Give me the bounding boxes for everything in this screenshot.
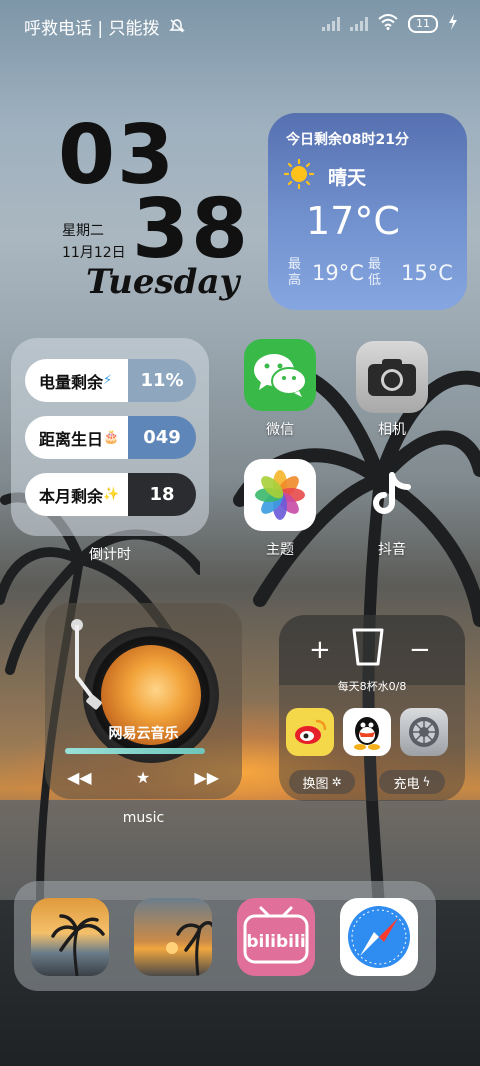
camera-icon: [368, 359, 416, 396]
weather-remaining: 今日剩余08时21分: [286, 132, 409, 148]
countdown-label: 电量剩余 ⚡: [25, 359, 128, 402]
qq-penguin-icon: [354, 717, 380, 750]
signal-icon: [322, 17, 340, 31]
weather-low: 15°C: [401, 261, 453, 285]
sunset-photo-icon: [166, 921, 212, 976]
gear-icon: [409, 717, 439, 747]
bilibili-app-icon[interactable]: bilibili: [237, 898, 315, 976]
douyin-app-icon[interactable]: [356, 459, 428, 531]
countdown-row-month: 本月剩余 ✨ 18: [25, 473, 196, 516]
favorite-star-icon[interactable]: ★: [136, 768, 150, 787]
water-cup-icon: [352, 628, 384, 666]
camera-app-icon[interactable]: [356, 341, 428, 413]
weibo-app-icon[interactable]: [286, 708, 334, 756]
clock-date: 11月12日: [62, 245, 126, 261]
countdown-widget[interactable]: 电量剩余 ⚡ 11% 距离生日 🎂 049 本月剩余 ✨ 18: [11, 338, 209, 536]
countdown-caption: 倒计时: [89, 547, 131, 563]
weather-temperature: 17°C: [306, 199, 400, 243]
safari-app-icon[interactable]: [340, 898, 418, 976]
carrier-text: 呼救电话 | 只能拨: [24, 14, 185, 39]
cake-icon: 🎂: [103, 430, 120, 445]
dock-photo-shortcut-2[interactable]: [134, 898, 212, 976]
wifi-icon: [378, 14, 398, 34]
weather-low-label: 最低: [368, 257, 382, 288]
clock-weekday: 星期二: [62, 223, 104, 239]
weather-high-label: 最高: [288, 257, 302, 288]
photos-flower-icon: [255, 470, 305, 520]
settings-app-icon[interactable]: [400, 708, 448, 756]
lightning-icon: ⚡: [103, 373, 113, 388]
compass-icon: [348, 906, 410, 968]
mute-bell-icon: [169, 19, 185, 39]
sparkle-icon: ✨: [103, 487, 120, 502]
status-bar: 呼救电话 | 只能拨 11: [0, 0, 480, 48]
tiktok-note-icon: [373, 472, 411, 514]
change-wallpaper-button[interactable]: 换图 ✲: [289, 770, 355, 794]
carrier-label: 呼救电话 | 只能拨: [24, 19, 160, 39]
water-remove-button[interactable]: −: [409, 635, 431, 665]
weather-high: 19°C: [312, 261, 364, 285]
theme-app-icon[interactable]: [244, 459, 316, 531]
countdown-row-birthday: 距离生日 🎂 049: [25, 416, 196, 459]
next-icon[interactable]: ▶▶: [194, 768, 219, 787]
qq-app-icon[interactable]: [343, 708, 391, 756]
water-add-button[interactable]: +: [309, 635, 331, 665]
music-controls: ◀◀ ★ ▶▶: [67, 768, 219, 787]
water-progress-text: 每天8杯水0/8: [337, 680, 407, 693]
bilibili-text: bilibili: [246, 932, 305, 952]
countdown-row-battery: 电量剩余 ⚡ 11%: [25, 359, 196, 402]
music-caption: music: [122, 810, 165, 826]
music-widget[interactable]: 网易云音乐 ◀◀ ★ ▶▶: [45, 603, 242, 799]
weather-widget[interactable]: 今日剩余08时21分 晴天 17°C 最高 19°C 最低 15°C: [268, 113, 467, 310]
wechat-app-icon[interactable]: [244, 339, 316, 411]
status-icons: 11: [322, 14, 458, 34]
countdown-label: 距离生日 🎂: [25, 416, 128, 459]
music-title: 网易云音乐: [108, 726, 179, 742]
dock-photo-shortcut-1[interactable]: [31, 898, 109, 976]
wechat-label[interactable]: 微信: [230, 419, 330, 439]
camera-label[interactable]: 相机: [342, 419, 442, 439]
charge-label: 充电: [393, 776, 420, 792]
bolt-icon: ϟ: [422, 775, 431, 789]
palm-photo-icon: [51, 914, 105, 976]
charging-bolt-icon: [448, 14, 458, 34]
countdown-value: 11%: [128, 359, 196, 402]
theme-label[interactable]: 主题: [230, 539, 330, 559]
countdown-value: 18: [128, 473, 196, 516]
water-reminder-widget[interactable]: + − 每天8杯水0/8 换图 ✲ 充电 ϟ: [279, 615, 465, 801]
change-wallpaper-label: 换图: [302, 776, 329, 792]
music-progress-bar[interactable]: [65, 748, 205, 754]
battery-icon: 11: [408, 15, 438, 33]
countdown-value: 049: [128, 416, 196, 459]
wechat-icon: [254, 354, 307, 397]
sun-icon: [284, 159, 314, 189]
clock-day-english: Tuesday: [86, 262, 240, 302]
tonearm-icon: [71, 619, 102, 710]
bilibili-icon: bilibili: [243, 906, 309, 964]
countdown-label: 本月剩余 ✨: [25, 473, 128, 516]
charge-button[interactable]: 充电 ϟ: [379, 770, 445, 794]
weibo-icon: [295, 719, 327, 744]
refresh-icon: ✲: [331, 775, 342, 789]
dock: bilibili: [14, 881, 436, 991]
previous-icon[interactable]: ◀◀: [67, 768, 92, 787]
weather-condition: 晴天: [328, 167, 367, 189]
signal-icon-2: [350, 17, 368, 31]
douyin-label[interactable]: 抖音: [342, 539, 442, 559]
